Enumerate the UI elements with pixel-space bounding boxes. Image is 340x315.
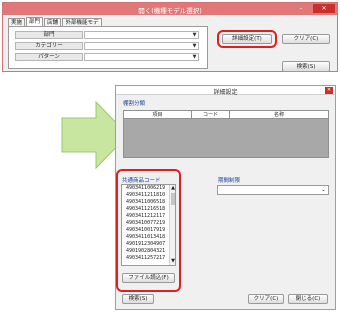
column-header: 項目 [124,111,192,119]
dropdown-icon-0[interactable]: ▼ [191,32,198,38]
list-item[interactable]: 4903411257217 [126,255,165,262]
field-input-1[interactable] [84,42,199,50]
field-label-0: 部門 [15,31,83,39]
close-button[interactable]: 閉じる(C) [288,294,328,304]
list-item[interactable]: 4901902804321 [126,248,165,255]
column-header: 名称 [273,112,284,118]
clear-button[interactable]: クリア(C) [282,34,330,44]
detail-settings-button[interactable]: 詳細設定(T) [222,34,272,44]
close-button[interactable]: ✕ [313,4,335,13]
field-label-1: カテゴリー [15,42,83,50]
section-label-jan: 共通商品コード [122,178,161,184]
field-input-2[interactable] [84,53,199,61]
period-select[interactable] [217,185,329,195]
close-icon[interactable]: ✕ [325,87,333,94]
table-header: 項目 コード 名称 [124,111,328,119]
file-load-button[interactable]: ファイル読込(F) [122,273,175,283]
scroll-down-icon[interactable]: ▼ [170,258,175,264]
list-item[interactable]: 4903411211810 [126,192,165,199]
chevron-down-icon[interactable]: ⌄ [319,186,328,194]
jan-code-list[interactable]: 4903411006219 4903411211810 490341100651… [121,184,176,266]
list-item[interactable]: 4903411006219 [126,185,165,192]
scroll-up-icon[interactable]: ▲ [170,185,175,191]
list-item[interactable]: 4903410077219 [126,220,165,227]
field-label-2: パターン [15,53,83,61]
dropdown-icon-1[interactable]: ▼ [191,43,198,49]
clear-button[interactable]: クリア(C) [248,294,284,304]
scrollbar[interactable]: ▲ ▼ [169,185,175,265]
list-item[interactable]: 4903411216518 [126,206,165,213]
window-title: 開く(機種モデル選択) [138,7,202,15]
detail-settings-window: 詳細設定 ✕ 棚割分類 項目 コード 名称 共通商品コード 4903411006… [115,85,336,310]
minimize-button[interactable]: – [293,4,309,13]
section-label-classification: 棚割分類 [123,101,146,107]
list-item[interactable]: 4903411013418 [126,234,165,241]
search-button[interactable]: 検索(S) [282,61,330,72]
list-item[interactable]: 4903410017919 [126,227,165,234]
list-item[interactable]: 4903411006518 [126,199,165,206]
list-item[interactable]: 4901912304907 [126,241,165,248]
classification-table: 項目 コード 名称 [123,110,329,158]
column-header: コード [192,111,230,119]
dropdown-icon-2[interactable]: ▼ [191,54,198,60]
search-button[interactable]: 検索(S) [122,294,154,304]
field-input-0[interactable] [84,31,199,39]
list-item[interactable]: 4903411212117 [126,213,165,220]
model-select-window: 開く(機種モデル選択) – ✕ 実施 部門 店舗 外部機能モデル 部門 ▼ カテ… [2,2,338,72]
section-label-period: 期間制限 [218,178,241,184]
window-title: 詳細設定 [213,89,238,96]
scroll-thumb[interactable] [171,193,175,205]
